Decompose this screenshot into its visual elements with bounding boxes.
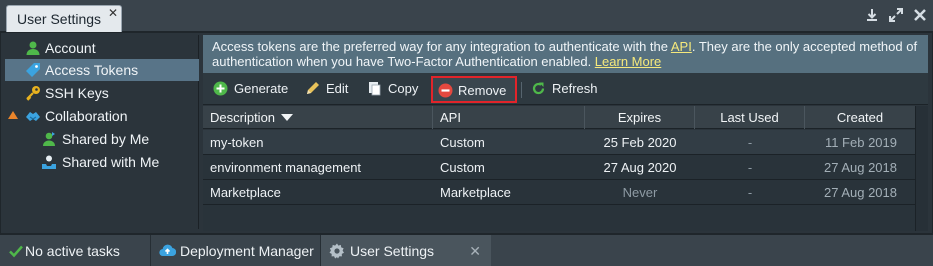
sidebar-item-label: SSH Keys bbox=[45, 85, 109, 101]
sort-descending-icon bbox=[281, 114, 294, 121]
remove-icon bbox=[438, 83, 453, 98]
sidebar-item-access-tokens[interactable]: Access Tokens bbox=[5, 59, 199, 81]
gear-icon bbox=[329, 243, 345, 259]
copy-label: Copy bbox=[388, 81, 419, 96]
tag-icon bbox=[25, 62, 41, 78]
refresh-button[interactable]: Refresh bbox=[525, 77, 605, 101]
column-header-label: Last Used bbox=[720, 110, 779, 125]
sidebar-item-label: Access Tokens bbox=[45, 62, 139, 78]
cell-expires: 25 Feb 2020 bbox=[603, 135, 677, 150]
remove-button[interactable]: Remove bbox=[431, 76, 517, 103]
tab-user-settings[interactable]: User Settings ✕ bbox=[321, 235, 491, 266]
cell-expires: Never bbox=[622, 185, 658, 200]
user-settings-label: User Settings bbox=[350, 243, 435, 259]
tasks-status-label: No active tasks bbox=[25, 243, 120, 259]
column-header-label: Description bbox=[210, 110, 276, 125]
plus-circle-icon bbox=[213, 81, 228, 96]
cell-description: my-token bbox=[210, 135, 264, 150]
generate-button[interactable]: Generate bbox=[207, 77, 291, 101]
deployment-manager-label: Deployment Manager bbox=[180, 243, 314, 259]
cell-created: 11 Feb 2019 bbox=[824, 135, 897, 150]
title-bar: User Settings ✕ bbox=[0, 0, 933, 32]
key-icon bbox=[25, 85, 41, 101]
toolbar-divider bbox=[521, 82, 522, 98]
column-header-last-used[interactable]: Last Used bbox=[695, 106, 805, 129]
check-icon bbox=[8, 243, 24, 259]
copy-button[interactable]: Copy bbox=[361, 77, 425, 101]
table-row[interactable]: my-token Custom 25 Feb 2020 - 11 Feb 201… bbox=[203, 130, 915, 155]
close-icon[interactable] bbox=[913, 8, 927, 22]
column-header-label: Expires bbox=[617, 110, 662, 125]
shared-user-icon bbox=[41, 131, 57, 147]
cell-created: 27 Aug 2018 bbox=[823, 160, 897, 175]
cell-created: 27 Aug 2018 bbox=[823, 185, 897, 200]
cell-api: Marketplace bbox=[440, 185, 511, 200]
cell-description: environment management bbox=[210, 160, 362, 175]
cell-last-used: - bbox=[747, 135, 753, 150]
expand-caret-icon[interactable] bbox=[8, 111, 18, 119]
pencil-icon bbox=[305, 81, 320, 96]
sidebar-item-label: Shared by Me bbox=[62, 131, 150, 147]
sidebar-item-ssh-keys[interactable]: SSH Keys bbox=[5, 82, 199, 104]
window-controls bbox=[865, 8, 927, 22]
column-header-created[interactable]: Created bbox=[805, 106, 915, 129]
settings-sidebar: Account Access Tokens SSH Keys Collabora… bbox=[5, 35, 199, 229]
column-header-expires[interactable]: Expires bbox=[585, 106, 695, 129]
info-banner: Access tokens are the preferred way for … bbox=[203, 35, 928, 73]
cell-expires: 27 Aug 2020 bbox=[603, 160, 677, 175]
column-header-api[interactable]: API bbox=[433, 106, 585, 129]
column-header-label: API bbox=[440, 110, 461, 125]
shared-inbox-icon bbox=[41, 154, 57, 170]
refresh-icon bbox=[531, 81, 546, 96]
tasks-status[interactable]: No active tasks bbox=[0, 235, 150, 266]
table-scrollbar[interactable] bbox=[915, 106, 928, 231]
sidebar-item-label: Account bbox=[45, 40, 96, 56]
close-tab-icon[interactable]: ✕ bbox=[469, 243, 481, 260]
edit-label: Edit bbox=[326, 81, 349, 96]
user-icon bbox=[25, 40, 41, 56]
sidebar-item-shared-by-me[interactable]: Shared by Me bbox=[5, 128, 199, 150]
learn-more-link[interactable]: Learn More bbox=[595, 54, 661, 69]
copy-icon bbox=[367, 81, 382, 96]
sidebar-item-label: Collaboration bbox=[45, 108, 128, 124]
table-empty-area bbox=[203, 205, 915, 231]
tab-deployment-manager[interactable]: Deployment Manager bbox=[151, 235, 320, 266]
tab-close-icon[interactable]: ✕ bbox=[108, 6, 118, 20]
cell-description: Marketplace bbox=[210, 185, 281, 200]
status-bar: No active tasks Deployment Manager User … bbox=[0, 234, 933, 266]
table-header: Description API Expires Last Used Create… bbox=[203, 106, 915, 129]
cloud-upload-icon bbox=[159, 243, 177, 259]
column-header-label: Created bbox=[836, 110, 884, 125]
refresh-label: Refresh bbox=[552, 81, 598, 96]
user-settings-window: User Settings ✕ Account Access Tokens SS… bbox=[0, 0, 933, 266]
settings-body: Account Access Tokens SSH Keys Collabora… bbox=[0, 32, 933, 234]
remove-label: Remove bbox=[458, 83, 507, 98]
api-link[interactable]: API bbox=[671, 39, 692, 54]
sidebar-item-account[interactable]: Account bbox=[5, 37, 199, 59]
info-text: Access tokens are the preferred way for … bbox=[212, 39, 671, 54]
expand-icon[interactable] bbox=[889, 8, 903, 22]
cell-last-used: - bbox=[747, 160, 753, 175]
sidebar-item-shared-with-me[interactable]: Shared with Me bbox=[5, 151, 199, 173]
generate-label: Generate bbox=[234, 81, 289, 96]
table-row[interactable]: environment management Custom 27 Aug 202… bbox=[203, 155, 915, 180]
sidebar-item-label: Shared with Me bbox=[62, 154, 160, 170]
handshake-icon bbox=[25, 108, 41, 124]
cell-api: Custom bbox=[440, 160, 485, 175]
download-icon[interactable] bbox=[865, 8, 879, 22]
edit-button[interactable]: Edit bbox=[299, 77, 357, 101]
cell-last-used: - bbox=[747, 185, 753, 200]
table-row[interactable]: Marketplace Marketplace Never - 27 Aug 2… bbox=[203, 180, 915, 205]
column-header-description[interactable]: Description bbox=[203, 106, 433, 129]
cell-api: Custom bbox=[440, 135, 485, 150]
sidebar-item-collaboration[interactable]: Collaboration bbox=[5, 105, 199, 127]
tab-title: User Settings bbox=[17, 11, 102, 27]
access-tokens-panel: Access tokens are the preferred way for … bbox=[203, 35, 928, 231]
toolbar: Generate Edit Copy Remove Refresh bbox=[203, 73, 928, 105]
user-settings-tab[interactable]: User Settings ✕ bbox=[6, 5, 122, 32]
